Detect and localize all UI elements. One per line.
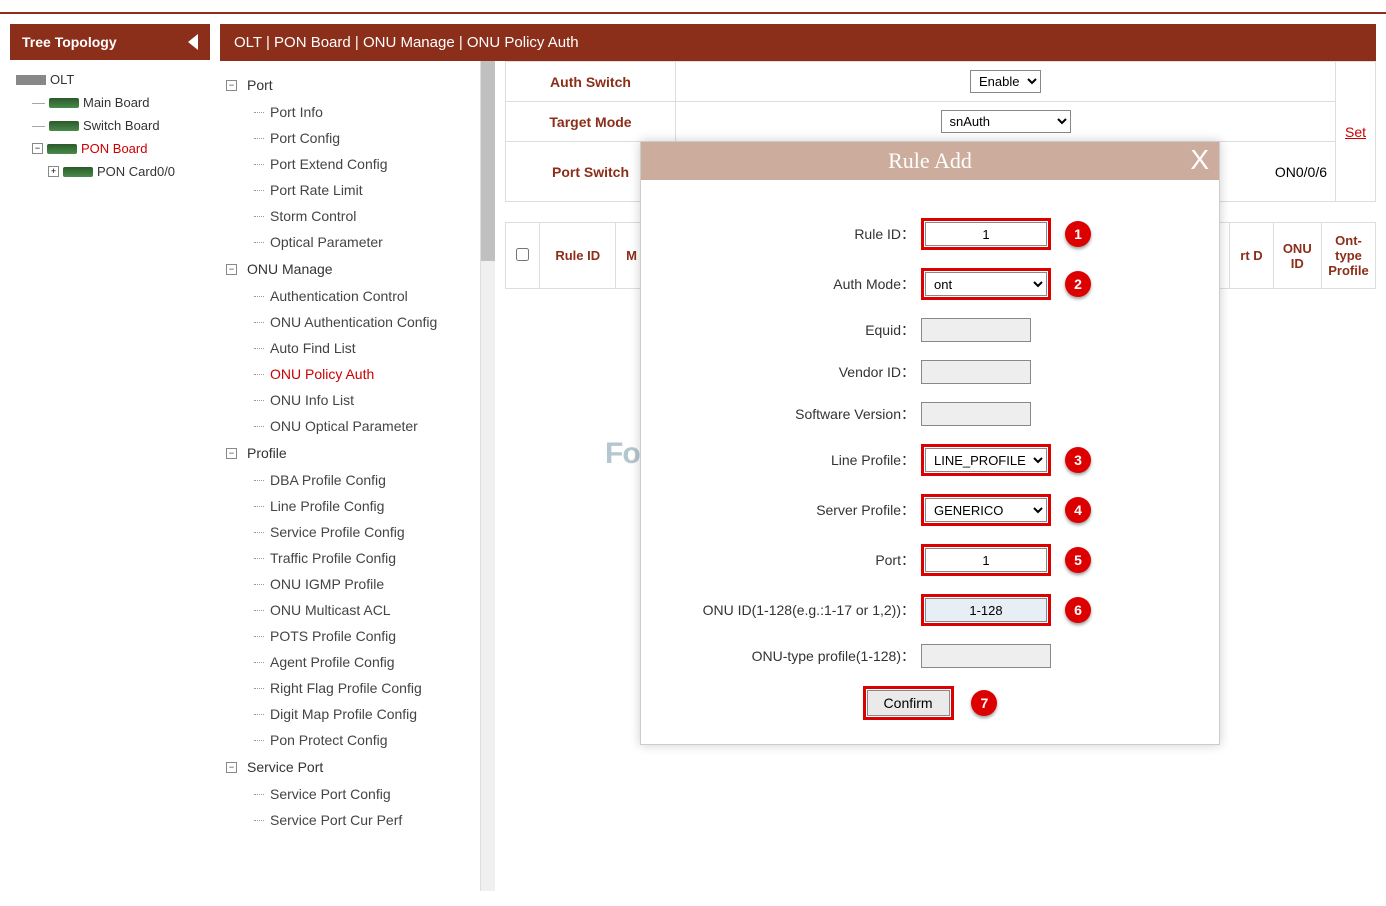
onu-id-input[interactable] — [925, 598, 1047, 622]
th-rule-id: Rule ID — [540, 223, 615, 289]
nav-onu-auth-config[interactable]: ONU Authentication Config — [224, 309, 476, 335]
content: Auth Switch Enable Set Target Mode snAut… — [505, 61, 1376, 891]
port-label: Port — [661, 550, 921, 570]
nav-group-onu[interactable]: −ONU Manage — [224, 255, 476, 283]
sidebar-title: Tree Topology — [22, 34, 117, 50]
nav-igmp-profile[interactable]: ONU IGMP Profile — [224, 571, 476, 597]
nav-port-extend[interactable]: Port Extend Config — [224, 151, 476, 177]
onu-type-input[interactable] — [921, 644, 1051, 668]
nav-onu-policy-auth[interactable]: ONU Policy Auth — [224, 361, 476, 387]
tree-pon-card[interactable]: + PON Card0/0 — [14, 160, 206, 183]
tree-pon-board[interactable]: − PON Board — [14, 137, 206, 160]
th-onu-id: ONU ID — [1273, 223, 1322, 289]
nav-group-port[interactable]: −Port — [224, 71, 476, 99]
collapse-icon[interactable] — [188, 34, 198, 50]
auth-switch-select[interactable]: Enable — [970, 70, 1041, 93]
collapse-box-icon[interactable]: − — [32, 143, 43, 154]
server-profile-select[interactable]: GENERICO — [925, 498, 1047, 522]
auth-mode-label: Auth Mode — [661, 274, 921, 294]
nav-pon-protect[interactable]: Pon Protect Config — [224, 727, 476, 753]
sidebar: Tree Topology OLT — Main Board — Switch … — [10, 24, 210, 891]
olt-icon — [16, 75, 46, 85]
nav-multicast-acl[interactable]: ONU Multicast ACL — [224, 597, 476, 623]
board-icon — [49, 98, 79, 108]
tree: OLT — Main Board — Switch Board − PON Bo… — [10, 60, 210, 191]
confirm-button[interactable]: Confirm — [867, 690, 950, 716]
nav-port-config[interactable]: Port Config — [224, 125, 476, 151]
port-input[interactable] — [925, 548, 1047, 572]
nav-optical[interactable]: Optical Parameter — [224, 229, 476, 255]
line-profile-select[interactable]: LINE_PROFILE — [925, 448, 1047, 472]
marker-5: 5 — [1065, 547, 1091, 573]
nav-storm[interactable]: Storm Control — [224, 203, 476, 229]
modal-title: Rule Add — [888, 148, 972, 173]
nav-digit-map[interactable]: Digit Map Profile Config — [224, 701, 476, 727]
rule-add-modal: Rule Add X Rule ID 1 Auth Mode ont 2 — [640, 141, 1220, 745]
nav-port-rate[interactable]: Port Rate Limit — [224, 177, 476, 203]
tree-switch-board[interactable]: — Switch Board — [14, 114, 206, 137]
nav-onu-optical[interactable]: ONU Optical Parameter — [224, 413, 476, 439]
onu-id-label: ONU ID(1-128(e.g.:1-17 or 1,2)) — [661, 600, 921, 620]
onu-type-label: ONU-type profile(1-128) — [661, 646, 921, 666]
nav-group-service[interactable]: −Service Port — [224, 753, 476, 781]
server-profile-label: Server Profile — [661, 500, 921, 520]
nav-dba[interactable]: DBA Profile Config — [224, 467, 476, 493]
nav-service-port-config[interactable]: Service Port Config — [224, 781, 476, 807]
nav-onu-info[interactable]: ONU Info List — [224, 387, 476, 413]
nav-agent-profile[interactable]: Agent Profile Config — [224, 649, 476, 675]
board-icon — [49, 121, 79, 131]
marker-7: 7 — [971, 690, 997, 716]
th-ont-type: Ont-type Profile — [1322, 223, 1376, 289]
th-rt-d: rt D — [1230, 223, 1273, 289]
nav-auto-find[interactable]: Auto Find List — [224, 335, 476, 361]
sidebar-header: Tree Topology — [10, 24, 210, 60]
target-mode-select[interactable]: snAuth — [941, 110, 1071, 133]
software-version-input[interactable] — [921, 402, 1031, 426]
close-icon[interactable]: X — [1190, 144, 1209, 176]
nav-right-flag[interactable]: Right Flag Profile Config — [224, 675, 476, 701]
equid-label: Equid — [661, 320, 921, 340]
marker-4: 4 — [1065, 497, 1091, 523]
target-mode-label: Target Mode — [506, 102, 676, 142]
nav-traffic-profile[interactable]: Traffic Profile Config — [224, 545, 476, 571]
nav-line-profile[interactable]: Line Profile Config — [224, 493, 476, 519]
board-icon — [47, 144, 77, 154]
expand-box-icon[interactable]: + — [48, 166, 59, 177]
marker-2: 2 — [1065, 271, 1091, 297]
port-switch-text: ON0/0/6 — [1275, 164, 1327, 180]
set-link[interactable]: Set — [1345, 124, 1366, 140]
nav-pots-profile[interactable]: POTS Profile Config — [224, 623, 476, 649]
vendor-id-label: Vendor ID — [661, 362, 921, 382]
equid-input[interactable] — [921, 318, 1031, 342]
marker-6: 6 — [1065, 597, 1091, 623]
nav-group-profile[interactable]: −Profile — [224, 439, 476, 467]
nav-service-port-perf[interactable]: Service Port Cur Perf — [224, 807, 476, 833]
software-version-label: Software Version — [661, 404, 921, 424]
marker-3: 3 — [1065, 447, 1091, 473]
nav-port-info[interactable]: Port Info — [224, 99, 476, 125]
auth-mode-select[interactable]: ont — [925, 272, 1047, 296]
nav-service-profile[interactable]: Service Profile Config — [224, 519, 476, 545]
select-all-checkbox[interactable] — [516, 248, 529, 261]
line-profile-label: Line Profile — [661, 450, 921, 470]
marker-1: 1 — [1065, 221, 1091, 247]
nav-auth-control[interactable]: Authentication Control — [224, 283, 476, 309]
tree-root[interactable]: OLT — [14, 68, 206, 91]
rule-id-label: Rule ID — [661, 224, 921, 244]
vendor-id-input[interactable] — [921, 360, 1031, 384]
nav-list: −Port Port Info Port Config Port Extend … — [220, 61, 480, 891]
scroll-thumb[interactable] — [481, 61, 495, 261]
tree-main-board[interactable]: — Main Board — [14, 91, 206, 114]
rule-id-input[interactable] — [925, 222, 1047, 246]
modal-header: Rule Add X — [641, 142, 1219, 180]
board-icon — [63, 167, 93, 177]
breadcrumb: OLT | PON Board | ONU Manage | ONU Polic… — [220, 24, 1376, 61]
auth-switch-label: Auth Switch — [506, 62, 676, 102]
scrollbar[interactable] — [480, 61, 495, 891]
